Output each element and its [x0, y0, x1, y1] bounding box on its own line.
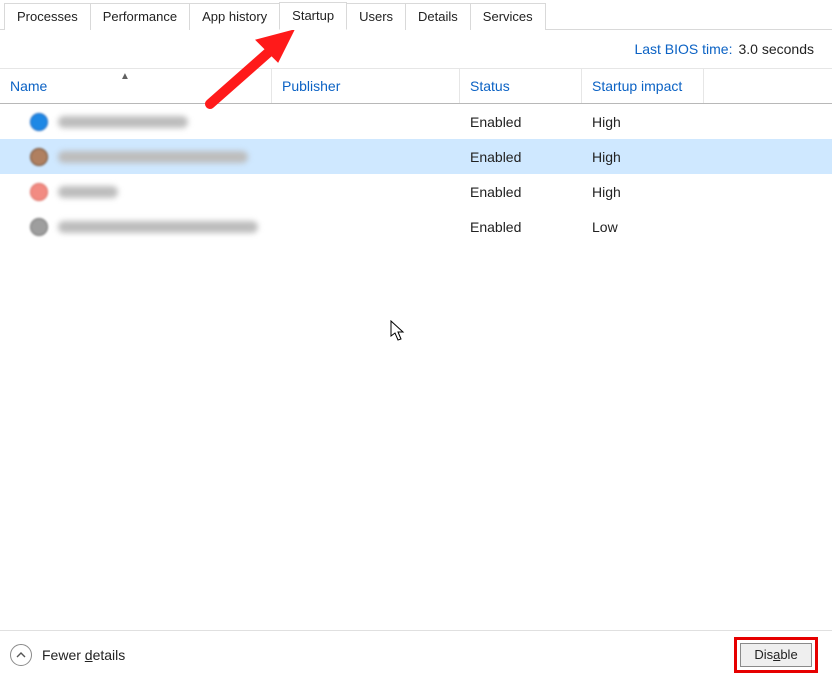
app-name-redacted: [58, 116, 188, 128]
column-header-impact-label: Startup impact: [592, 78, 682, 94]
tab-details[interactable]: Details: [405, 3, 471, 30]
tab-app-history[interactable]: App history: [189, 3, 280, 30]
column-header-publisher-label: Publisher: [282, 78, 340, 94]
app-name-redacted: [58, 221, 258, 233]
cell-status: Enabled: [460, 114, 582, 130]
tab-label: Processes: [17, 9, 78, 24]
column-header-name[interactable]: Name ▲: [0, 69, 272, 103]
column-header-status-label: Status: [470, 78, 510, 94]
fewer-details-button[interactable]: Fewer details: [10, 644, 125, 666]
app-icon: [30, 218, 48, 236]
bios-time-label: Last BIOS time:: [634, 41, 732, 57]
tab-label: Startup: [292, 8, 334, 23]
tab-label: Details: [418, 9, 458, 24]
cell-name: [0, 218, 272, 236]
tab-label: Users: [359, 9, 393, 24]
bios-time-value: 3.0 seconds: [739, 41, 815, 57]
disable-button-highlight: Disable: [734, 637, 818, 673]
table-row[interactable]: EnabledHigh: [0, 104, 832, 139]
tab-label: Services: [483, 9, 533, 24]
tab-performance[interactable]: Performance: [90, 3, 190, 30]
tab-bar: Processes Performance App history Startup Us…: [0, 0, 832, 30]
cell-status: Enabled: [460, 184, 582, 200]
startup-list: EnabledHighEnabledHighEnabledHighEnabled…: [0, 104, 832, 244]
app-name-redacted: [58, 151, 248, 163]
tab-startup[interactable]: Startup: [279, 2, 347, 30]
column-header-status[interactable]: Status: [460, 69, 582, 103]
cell-impact: High: [582, 114, 704, 130]
column-header-spacer: [704, 69, 832, 103]
sort-chevron-icon: ▲: [120, 71, 130, 82]
app-icon: [30, 113, 48, 131]
app-name-redacted: [58, 186, 118, 198]
fewer-details-label: Fewer details: [42, 647, 125, 663]
tab-processes[interactable]: Processes: [4, 3, 91, 30]
tab-label: App history: [202, 9, 267, 24]
tab-services[interactable]: Services: [470, 3, 546, 30]
cell-name: [0, 113, 272, 131]
mouse-cursor-icon: [390, 320, 408, 342]
cell-status: Enabled: [460, 149, 582, 165]
bios-time-bar: Last BIOS time: 3.0 seconds: [0, 30, 832, 68]
table-row[interactable]: EnabledLow: [0, 209, 832, 244]
column-headers: Name ▲ Publisher Status Startup impact: [0, 68, 832, 104]
table-row[interactable]: EnabledHigh: [0, 139, 832, 174]
cell-impact: Low: [582, 219, 704, 235]
cell-impact: High: [582, 149, 704, 165]
disable-button[interactable]: Disable: [740, 643, 812, 667]
tab-users[interactable]: Users: [346, 3, 406, 30]
column-header-name-label: Name: [10, 78, 47, 94]
cell-status: Enabled: [460, 219, 582, 235]
cell-name: [0, 183, 272, 201]
cell-name: [0, 148, 272, 166]
column-header-publisher[interactable]: Publisher: [272, 69, 460, 103]
column-header-impact[interactable]: Startup impact: [582, 69, 704, 103]
app-icon: [30, 183, 48, 201]
chevron-up-icon: [10, 644, 32, 666]
table-row[interactable]: EnabledHigh: [0, 174, 832, 209]
bottom-bar: Fewer details Disable: [0, 630, 832, 678]
tab-label: Performance: [103, 9, 177, 24]
disable-button-label: Disable: [754, 647, 797, 662]
cell-impact: High: [582, 184, 704, 200]
app-icon: [30, 148, 48, 166]
